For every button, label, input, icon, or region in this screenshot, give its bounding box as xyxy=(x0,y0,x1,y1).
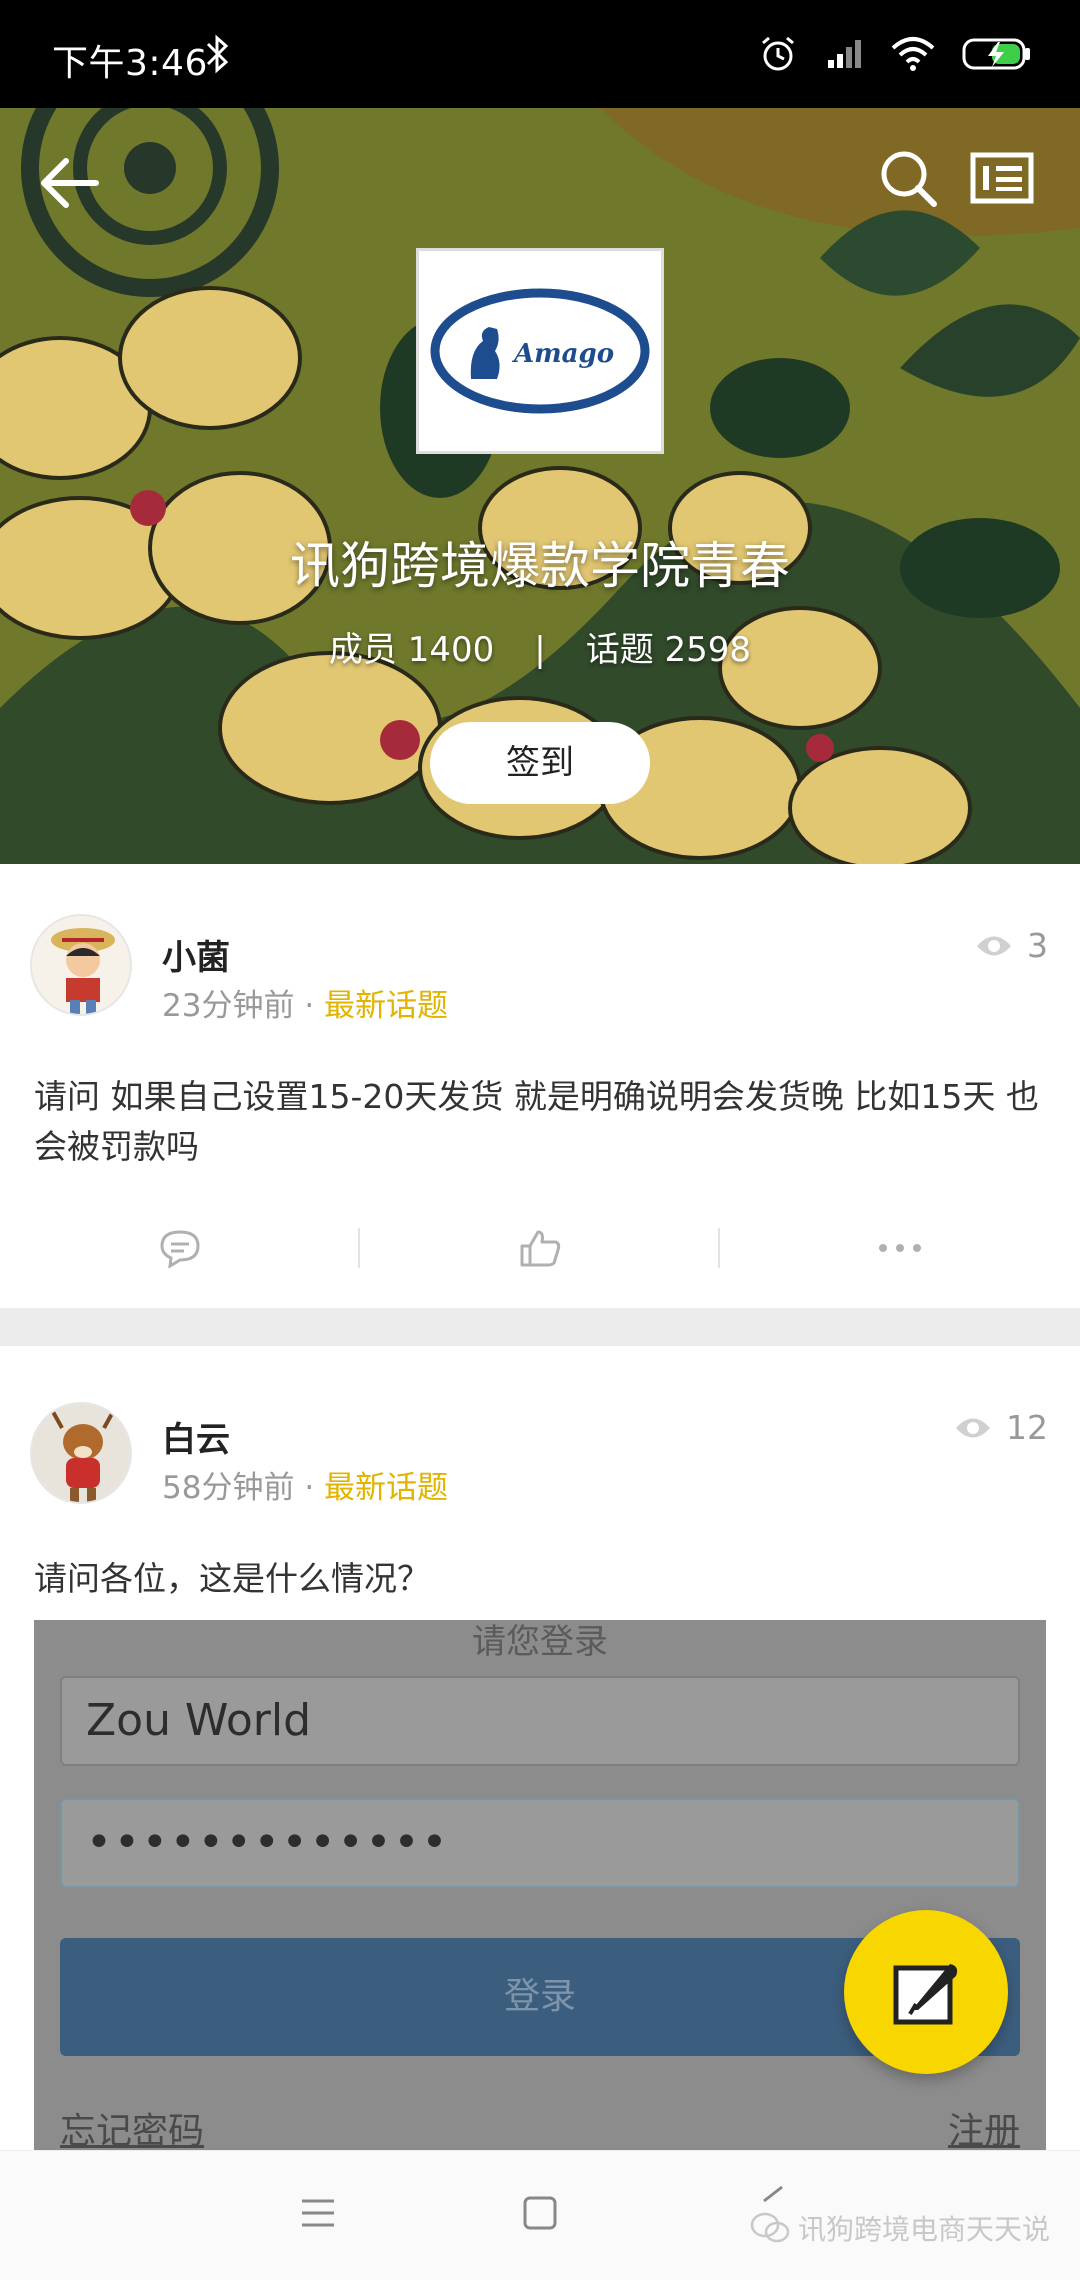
eye-icon xyxy=(956,1418,990,1437)
avatar-image xyxy=(32,1404,130,1502)
post-content[interactable]: 请问 如果自己设置15-20天发货 就是明确说明会发货晚 比如15天 也会被罚款… xyxy=(34,1072,1044,1172)
post-tag[interactable]: 最新话题 xyxy=(324,1470,448,1506)
avatar[interactable] xyxy=(30,914,132,1016)
stats-separator: | xyxy=(534,630,546,670)
status-time: 下午3:46 xyxy=(52,43,208,84)
embedded-username-field: Zou World xyxy=(60,1676,1020,1766)
meta-dot: · xyxy=(304,988,315,1024)
post-tag[interactable]: 最新话题 xyxy=(324,988,448,1024)
post-author[interactable]: 小菌 xyxy=(162,930,230,979)
group-logo: Amago xyxy=(416,248,664,454)
search-icon[interactable] xyxy=(878,148,938,208)
post-time: 58分钟前 xyxy=(162,1470,295,1506)
group-info-icon[interactable] xyxy=(970,152,1034,204)
compose-quill-icon xyxy=(893,1964,958,2025)
wifi-icon xyxy=(891,37,935,71)
checkin-button[interactable]: 签到 xyxy=(430,722,650,804)
embedded-login-title: 请您登录 xyxy=(472,1622,608,1662)
more-button[interactable] xyxy=(720,1218,1080,1278)
embedded-register-link: 注册 xyxy=(948,2111,1021,2150)
post-meta: 58分钟前 · 最新话题 xyxy=(162,1462,448,1507)
battery-icon xyxy=(962,38,1030,70)
post-image[interactable]: 请您登录 Zou World ••••••••••••• 登录 忘记密码 注册 xyxy=(34,1620,1046,2150)
logo-text: Amago xyxy=(514,339,615,369)
signal-icon xyxy=(828,40,861,68)
comment-button[interactable] xyxy=(0,1218,360,1278)
post-divider xyxy=(0,1308,1080,1346)
post-time: 23分钟前 xyxy=(162,988,295,1024)
home-icon[interactable] xyxy=(520,2193,560,2233)
more-dots-icon xyxy=(879,1244,921,1252)
view-count-value: 3 xyxy=(1027,926,1048,965)
view-count: 3 xyxy=(975,926,1048,965)
post-author[interactable]: 白云 xyxy=(162,1412,230,1461)
like-button[interactable] xyxy=(360,1218,720,1278)
compose-button[interactable] xyxy=(844,1910,1008,2074)
embedded-forgot-password-link: 忘记密码 xyxy=(60,2111,205,2150)
post-actions xyxy=(0,1218,1080,1278)
alarm-icon xyxy=(762,36,794,71)
member-count: 成员 1400 xyxy=(328,630,495,670)
topic-count: 话题 2598 xyxy=(585,630,752,670)
post-card[interactable]: 小菌 23分钟前 · 最新话题 3 请问 如果自己设置15-20天发货 就是明确… xyxy=(0,864,1080,1308)
comment-icon xyxy=(160,1230,200,1268)
meta-dot: · xyxy=(304,1470,315,1506)
bluetooth-icon xyxy=(206,34,229,74)
avatar[interactable] xyxy=(30,1402,132,1504)
group-name: 讯狗跨境爆款学院青春 xyxy=(290,537,790,595)
wechat-icon xyxy=(750,2212,790,2243)
view-count-value: 12 xyxy=(1006,1408,1048,1447)
menu-icon[interactable] xyxy=(298,2193,338,2233)
group-header: Amago 讯狗跨境爆款学院青春 成员 1400 | 话题 2598 签到 xyxy=(0,108,1080,864)
status-bar: 下午3:46 xyxy=(0,0,1080,108)
eye-icon xyxy=(977,936,1011,955)
back-arrow-icon[interactable] xyxy=(36,148,106,218)
watermark: 讯狗跨境电商天天说 xyxy=(750,2208,1050,2248)
post-meta: 23分钟前 · 最新话题 xyxy=(162,980,448,1025)
view-count: 12 xyxy=(954,1408,1048,1447)
post-content[interactable]: 请问各位，这是什么情况？ xyxy=(34,1554,1044,1604)
group-stats: 成员 1400 | 话题 2598 xyxy=(0,622,1080,671)
watermark-text: 讯狗跨境电商天天说 xyxy=(798,2213,1051,2246)
avatar-image xyxy=(32,916,130,1014)
thumbs-up-icon xyxy=(520,1230,561,1267)
embedded-password-field: ••••••••••••• xyxy=(60,1798,1020,1888)
